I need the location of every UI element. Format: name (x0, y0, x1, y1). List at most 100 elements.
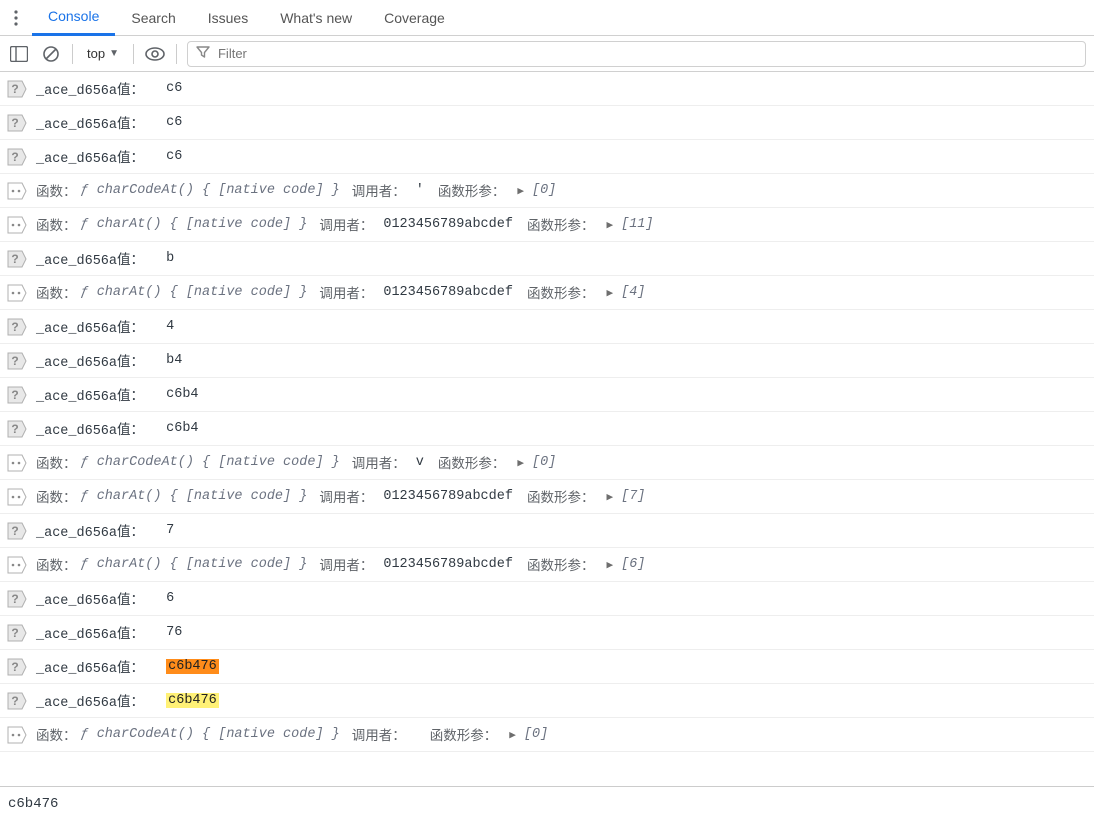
console-row: ?_ace_d656a值： 76 (0, 616, 1094, 650)
prompt-text: c6b476 (8, 796, 58, 812)
args-array[interactable]: [0] (532, 455, 556, 470)
question-icon: ? (6, 248, 28, 270)
console-row: ?_ace_d656a值： c6b476 (0, 684, 1094, 718)
expand-icon[interactable]: ▶ (606, 218, 613, 232)
args-array[interactable]: [0] (524, 727, 548, 742)
caller-value: 0123456789abcdef (383, 557, 513, 572)
tab-console[interactable]: Console (32, 0, 115, 36)
debug-icon (6, 214, 28, 236)
ace-value: b4 (166, 353, 182, 368)
ace-label: _ace_d656a值： (36, 146, 152, 167)
question-icon: ? (6, 520, 28, 542)
tab-bar: Console Search Issues What's new Coverag… (0, 0, 1094, 36)
ace-label: _ace_d656a值： (36, 78, 152, 99)
console-row: ? _ace_d656a值： 7 (0, 514, 1094, 548)
tab-whatsnew[interactable]: What's new (264, 0, 368, 36)
question-icon: ? (6, 112, 28, 134)
fn-label: 函数： (36, 554, 77, 575)
tab-search[interactable]: Search (115, 0, 191, 36)
filter-box[interactable] (187, 41, 1086, 67)
args-array[interactable]: [6] (621, 557, 645, 572)
fn-body: ƒ charAt() { [native code] } (81, 285, 308, 300)
question-icon: ? (6, 656, 28, 678)
ace-label: _ace_d656a值： (36, 316, 152, 337)
console-row: ? _ace_d656a值： 4 (0, 310, 1094, 344)
ace-value: 4 (166, 319, 174, 334)
args-array[interactable]: [0] (532, 183, 556, 198)
ace-label: _ace_d656a值： (36, 520, 152, 541)
console-row: ?_ace_d656a值： 6 (0, 582, 1094, 616)
svg-text:?: ? (11, 252, 18, 266)
caller-label: 调用者： (319, 554, 373, 575)
toolbar-separator (133, 44, 134, 64)
ace-value: c6 (166, 149, 182, 164)
console-prompt[interactable]: c6b476 (0, 786, 1094, 820)
clear-console-icon[interactable] (40, 43, 62, 65)
console-row: ?_ace_d656a值： b (0, 242, 1094, 276)
console-rows: ?_ace_d656a值： c6?_ace_d656a值： c6?_ace_d6… (0, 72, 1094, 786)
fn-body: ƒ charCodeAt() { [native code] } (81, 727, 340, 742)
console-toolbar: top ▼ (0, 36, 1094, 72)
svg-text:?: ? (11, 320, 18, 334)
args-array[interactable]: [7] (621, 489, 645, 504)
ace-label: _ace_d656a值： (36, 418, 152, 439)
caller-value: 0123456789abcdef (383, 285, 513, 300)
args-array[interactable]: [11] (621, 217, 653, 232)
debug-icon (6, 554, 28, 576)
args-label: 函数形参： (527, 486, 595, 507)
context-selector[interactable]: top ▼ (83, 46, 123, 61)
args-array[interactable]: [4] (621, 285, 645, 300)
svg-text:?: ? (11, 524, 18, 538)
svg-text:?: ? (11, 150, 18, 164)
ace-value: c6b476 (166, 693, 219, 708)
tab-issues[interactable]: Issues (192, 0, 264, 36)
caller-label: 调用者： (319, 282, 373, 303)
debug-icon (6, 180, 28, 202)
svg-text:?: ? (11, 116, 18, 130)
question-icon: ? (6, 316, 28, 338)
toggle-sidebar-icon[interactable] (8, 43, 30, 65)
debug-icon (6, 486, 28, 508)
args-label: 函数形参： (438, 452, 506, 473)
ace-value: b (166, 251, 174, 266)
ace-value: c6b4 (166, 387, 198, 402)
fn-label: 函数： (36, 214, 77, 235)
caller-value: ′ (416, 183, 424, 198)
ace-label: _ace_d656a值： (36, 622, 152, 643)
console-row: 函数： ƒ charCodeAt() { [native code] }调用者：… (0, 174, 1094, 208)
console-row: ?_ace_d656a值： b4 (0, 344, 1094, 378)
debug-icon (6, 724, 28, 746)
svg-text:?: ? (11, 626, 18, 640)
expand-icon[interactable]: ▶ (509, 728, 516, 742)
expand-icon[interactable]: ▶ (606, 558, 613, 572)
expand-icon[interactable]: ▶ (606, 286, 613, 300)
expand-icon[interactable]: ▶ (606, 490, 613, 504)
debug-icon (6, 282, 28, 304)
question-icon: ? (6, 384, 28, 406)
expand-icon[interactable]: ▶ (517, 184, 524, 198)
ace-value: c6 (166, 81, 182, 96)
console-row: ? _ace_d656a值： c6 (0, 140, 1094, 174)
ace-value: 7 (166, 523, 174, 538)
console-row: 函数： ƒ charCodeAt() { [native code] }调用者：… (0, 718, 1094, 752)
svg-text:?: ? (11, 422, 18, 436)
debug-icon (6, 452, 28, 474)
svg-text:?: ? (11, 694, 18, 708)
expand-icon[interactable]: ▶ (517, 456, 524, 470)
svg-text:?: ? (11, 354, 18, 368)
tab-coverage[interactable]: Coverage (368, 0, 461, 36)
svg-text:?: ? (11, 592, 18, 606)
fn-body: ƒ charCodeAt() { [native code] } (81, 455, 340, 470)
more-menu-icon[interactable] (6, 8, 26, 28)
ace-value: c6b4 (166, 421, 198, 436)
args-label: 函数形参： (527, 554, 595, 575)
live-expression-icon[interactable] (144, 43, 166, 65)
fn-body: ƒ charCodeAt() { [native code] } (81, 183, 340, 198)
context-selector-label: top (87, 46, 105, 61)
fn-label: 函数： (36, 452, 77, 473)
ace-label: _ace_d656a值： (36, 588, 152, 609)
question-icon: ? (6, 146, 28, 168)
question-icon: ? (6, 588, 28, 610)
caller-label: 调用者： (352, 724, 406, 745)
filter-input[interactable] (218, 46, 1077, 61)
